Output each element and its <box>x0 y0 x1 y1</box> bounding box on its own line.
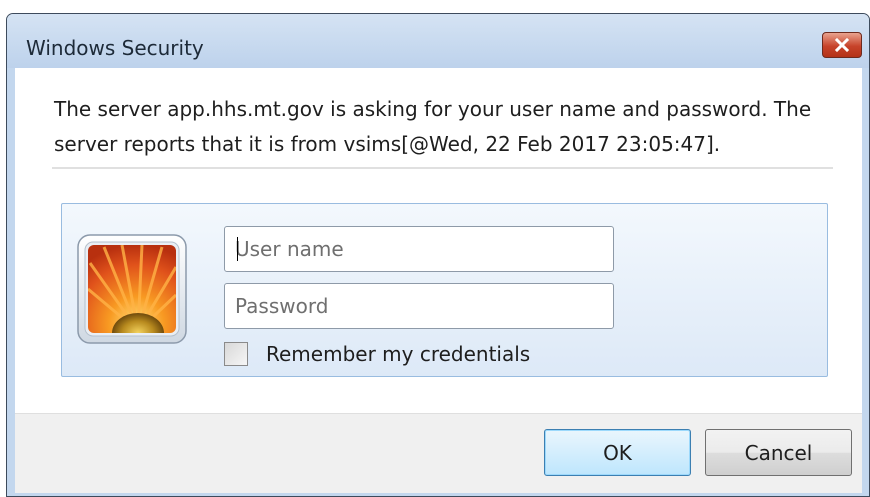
user-tile-flower-icon <box>76 233 188 345</box>
server-message: The server app.hhs.mt.gov is asking for … <box>54 92 854 162</box>
remember-credentials[interactable]: Remember my credentials <box>224 340 530 368</box>
window-title: Windows Security <box>26 36 204 60</box>
dialog-content: The server app.hhs.mt.gov is asking for … <box>15 68 862 493</box>
close-icon <box>834 38 850 52</box>
remember-label: Remember my credentials <box>266 342 531 366</box>
server-message-line-1: The server app.hhs.mt.gov is asking for … <box>54 97 812 121</box>
credential-panel: Remember my credentials <box>61 203 828 377</box>
server-message-line-2: server reports that it is from vsims[@We… <box>54 132 721 156</box>
ok-button[interactable]: OK <box>544 429 691 476</box>
separator <box>52 167 833 169</box>
button-bar: OK Cancel <box>15 413 862 493</box>
password-input[interactable] <box>224 283 614 329</box>
cancel-button[interactable]: Cancel <box>705 429 852 476</box>
windows-security-dialog: Windows Security The server app.hhs.mt.g… <box>6 13 870 497</box>
title-bar[interactable]: Windows Security <box>7 14 869 68</box>
username-input[interactable] <box>224 226 614 272</box>
text-caret <box>237 237 238 261</box>
remember-checkbox[interactable] <box>224 342 248 366</box>
close-button[interactable] <box>822 32 862 58</box>
